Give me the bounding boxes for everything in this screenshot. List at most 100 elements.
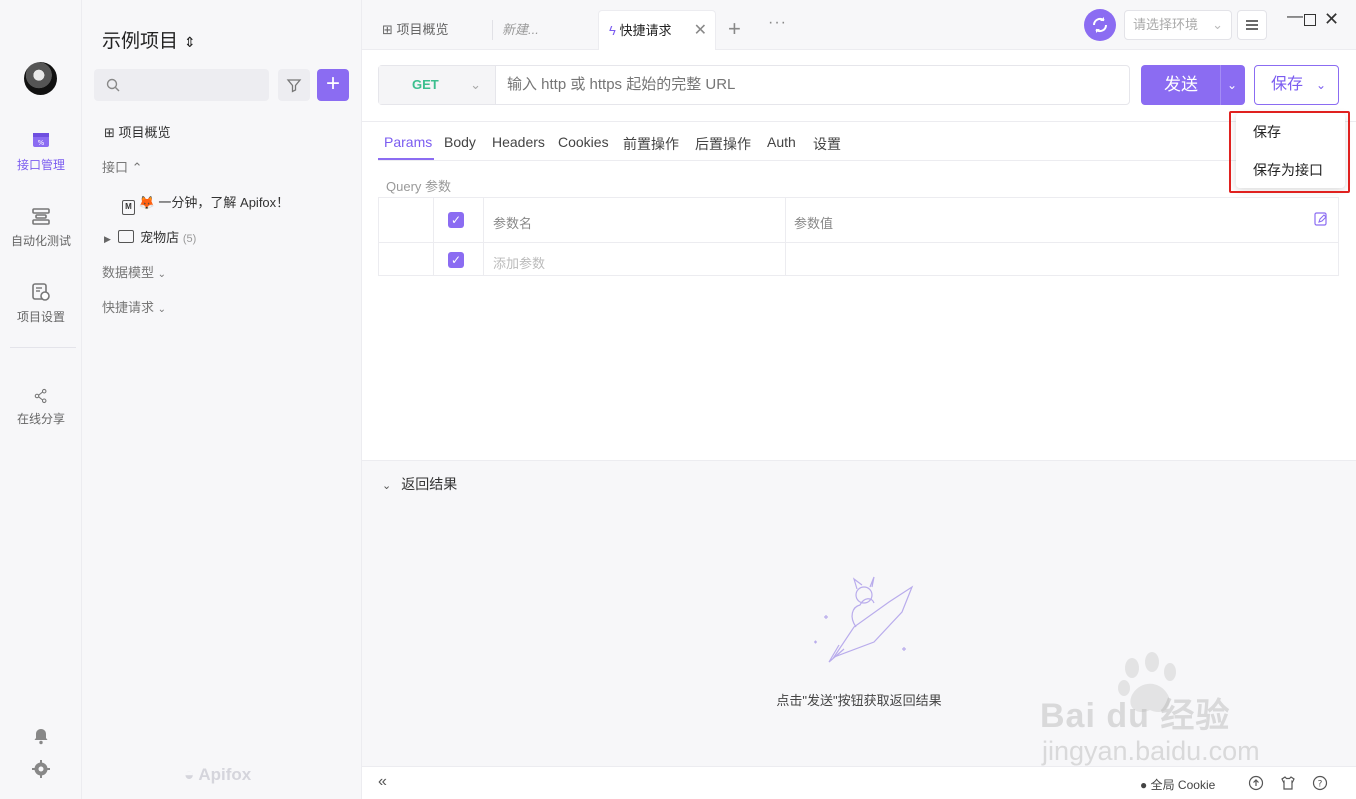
method-select[interactable]: GET ⌄ (379, 66, 496, 104)
gear-icon[interactable] (31, 759, 51, 779)
tab-body[interactable]: Body (444, 134, 476, 150)
tab-settings[interactable]: 设置 (813, 134, 841, 154)
shirt-icon[interactable] (1280, 775, 1296, 791)
hamburger-icon (1246, 20, 1258, 30)
tree-group-quick-requests[interactable]: 快捷请求 ⌄ (102, 297, 166, 316)
tab-bar: ⊞ 项目概览 新建... ϟ 快捷请求 ✕ + ··· 请选择环境 ⌄ — ✕ (362, 0, 1356, 50)
chevron-down-icon: ⌄ (1315, 78, 1326, 92)
minimize-button[interactable]: — (1287, 8, 1303, 26)
global-cookie-button[interactable]: ● 全局 Cookie (1140, 776, 1215, 793)
more-icon[interactable]: ··· (768, 14, 787, 32)
send-button[interactable]: 发送 ⌄ (1141, 65, 1245, 105)
lightning-icon: ϟ (609, 23, 616, 38)
filter-button[interactable] (278, 69, 310, 101)
menu-button[interactable] (1237, 10, 1267, 40)
help-icon[interactable]: ? (1312, 775, 1328, 791)
chevron-down-icon: ⌄ (470, 77, 481, 92)
row-checkbox[interactable]: ✓ (448, 252, 464, 268)
tab-quick-request[interactable]: ϟ 快捷请求 ✕ (598, 10, 716, 50)
tab-headers[interactable]: Headers (492, 134, 545, 150)
response-title: 返回结果 (401, 476, 458, 492)
collapse-sidebar-icon[interactable]: « (378, 773, 387, 791)
column-divider (483, 198, 484, 275)
column-header-name: 参数名 (493, 216, 533, 231)
tabs-divider (378, 160, 1339, 161)
close-icon[interactable]: ✕ (694, 11, 707, 51)
add-button[interactable]: + (317, 69, 349, 101)
tab-auth[interactable]: Auth (767, 134, 796, 150)
watermark-url: jingyan.baidu.com (1042, 736, 1260, 766)
send-label: 发送 (1164, 75, 1198, 94)
filter-icon (286, 79, 302, 93)
url-input[interactable] (507, 66, 1107, 104)
save-label: 保存 (1271, 76, 1304, 93)
window-close-button[interactable]: ✕ (1324, 9, 1339, 30)
query-params-label: Query 参数 (386, 179, 452, 194)
add-param-input[interactable]: 添加参数 (493, 253, 545, 272)
tree-folder-petstore[interactable]: ▶ 宠物店 (5) (104, 227, 196, 246)
tree-group-interfaces[interactable]: 接口 ⌃ (102, 157, 143, 176)
tab-label: 快捷请求 (619, 23, 672, 38)
bulk-edit-icon[interactable] (1314, 212, 1328, 226)
tree-label: 🦊 一分钟，了解 Apifox！ (138, 195, 290, 210)
nav-automation-test[interactable]: 自动化测试 (0, 206, 82, 249)
folder-icon (117, 230, 134, 243)
param-value-input[interactable] (794, 253, 1324, 269)
bell-icon[interactable] (32, 727, 50, 745)
tree-label: 宠物店 (140, 230, 180, 245)
project-switcher[interactable]: 示例项目 ⇕ (102, 26, 196, 53)
split-divider (1220, 65, 1221, 105)
nav-label: 接口管理 (16, 158, 65, 172)
share-icon (34, 388, 47, 404)
switch-icon: ⇕ (184, 34, 196, 50)
folder-count: (5) (182, 233, 197, 245)
chevron-down-icon[interactable]: ⌄ (1227, 65, 1237, 105)
search-input[interactable] (94, 69, 269, 101)
tab-pre-request[interactable]: 前置操作 (623, 134, 679, 154)
left-navigation: % 接口管理 自动化测试 项目设置 在线分享 (0, 0, 82, 799)
tree-item-intro-doc[interactable]: M 🦊 一分钟，了解 Apifox！ (122, 192, 289, 215)
nav-label: 自动化测试 (10, 234, 71, 248)
brand-logo: ◒ Apifox (184, 765, 251, 785)
tree-group-data-models[interactable]: 数据模型 ⌄ (102, 262, 166, 281)
nav-online-share[interactable]: 在线分享 (0, 388, 82, 427)
tree-item-overview[interactable]: ⊞ 项目概览 (104, 122, 171, 141)
tab-label: 新建... (502, 22, 539, 37)
active-tab-indicator (378, 158, 434, 160)
nav-api-management[interactable]: % 接口管理 (0, 130, 82, 173)
nav-divider (10, 347, 76, 348)
row-divider (379, 242, 1338, 243)
chevron-down-icon: ⌄ (1212, 17, 1223, 32)
chevron-up-icon: ⌃ (131, 160, 143, 175)
save-button[interactable]: 保存 ⌄ (1254, 65, 1339, 105)
method-label: GET (412, 77, 439, 92)
api-management-icon: % (33, 133, 49, 147)
select-all-checkbox[interactable]: ✓ (448, 212, 464, 228)
avatar[interactable] (24, 62, 57, 95)
cookie-label: 全局 Cookie (1150, 778, 1216, 792)
tab-label: 项目概览 (396, 22, 449, 37)
upload-icon[interactable] (1248, 775, 1264, 791)
tab-cookies[interactable]: Cookies (558, 134, 609, 150)
tab-params[interactable]: Params (384, 134, 432, 150)
cookie-icon: ● (1140, 778, 1148, 792)
response-header[interactable]: ⌄ 返回结果 (382, 474, 457, 494)
env-placeholder: 请选择环境 (1133, 17, 1199, 32)
tab-project-overview[interactable]: ⊞ 项目概览 (364, 10, 490, 50)
tab-post-request[interactable]: 后置操作 (695, 134, 751, 154)
nav-label: 在线分享 (16, 412, 65, 426)
nav-project-settings[interactable]: 项目设置 (0, 282, 82, 325)
tab-new[interactable]: 新建... (484, 10, 594, 50)
sync-button[interactable] (1084, 9, 1116, 41)
column-divider (433, 198, 434, 275)
tree-label: 快捷请求 (102, 300, 155, 315)
chevron-down-icon: ⌄ (157, 269, 167, 280)
automation-test-icon (32, 208, 50, 225)
column-divider (785, 198, 786, 275)
maximize-button[interactable] (1304, 14, 1316, 26)
markdown-icon: M (122, 200, 135, 215)
environment-select[interactable]: 请选择环境 ⌄ (1124, 10, 1232, 40)
grid-icon: ⊞ (382, 22, 393, 37)
caret-right-icon: ▶ (104, 234, 111, 244)
new-tab-button[interactable]: + (728, 16, 741, 42)
